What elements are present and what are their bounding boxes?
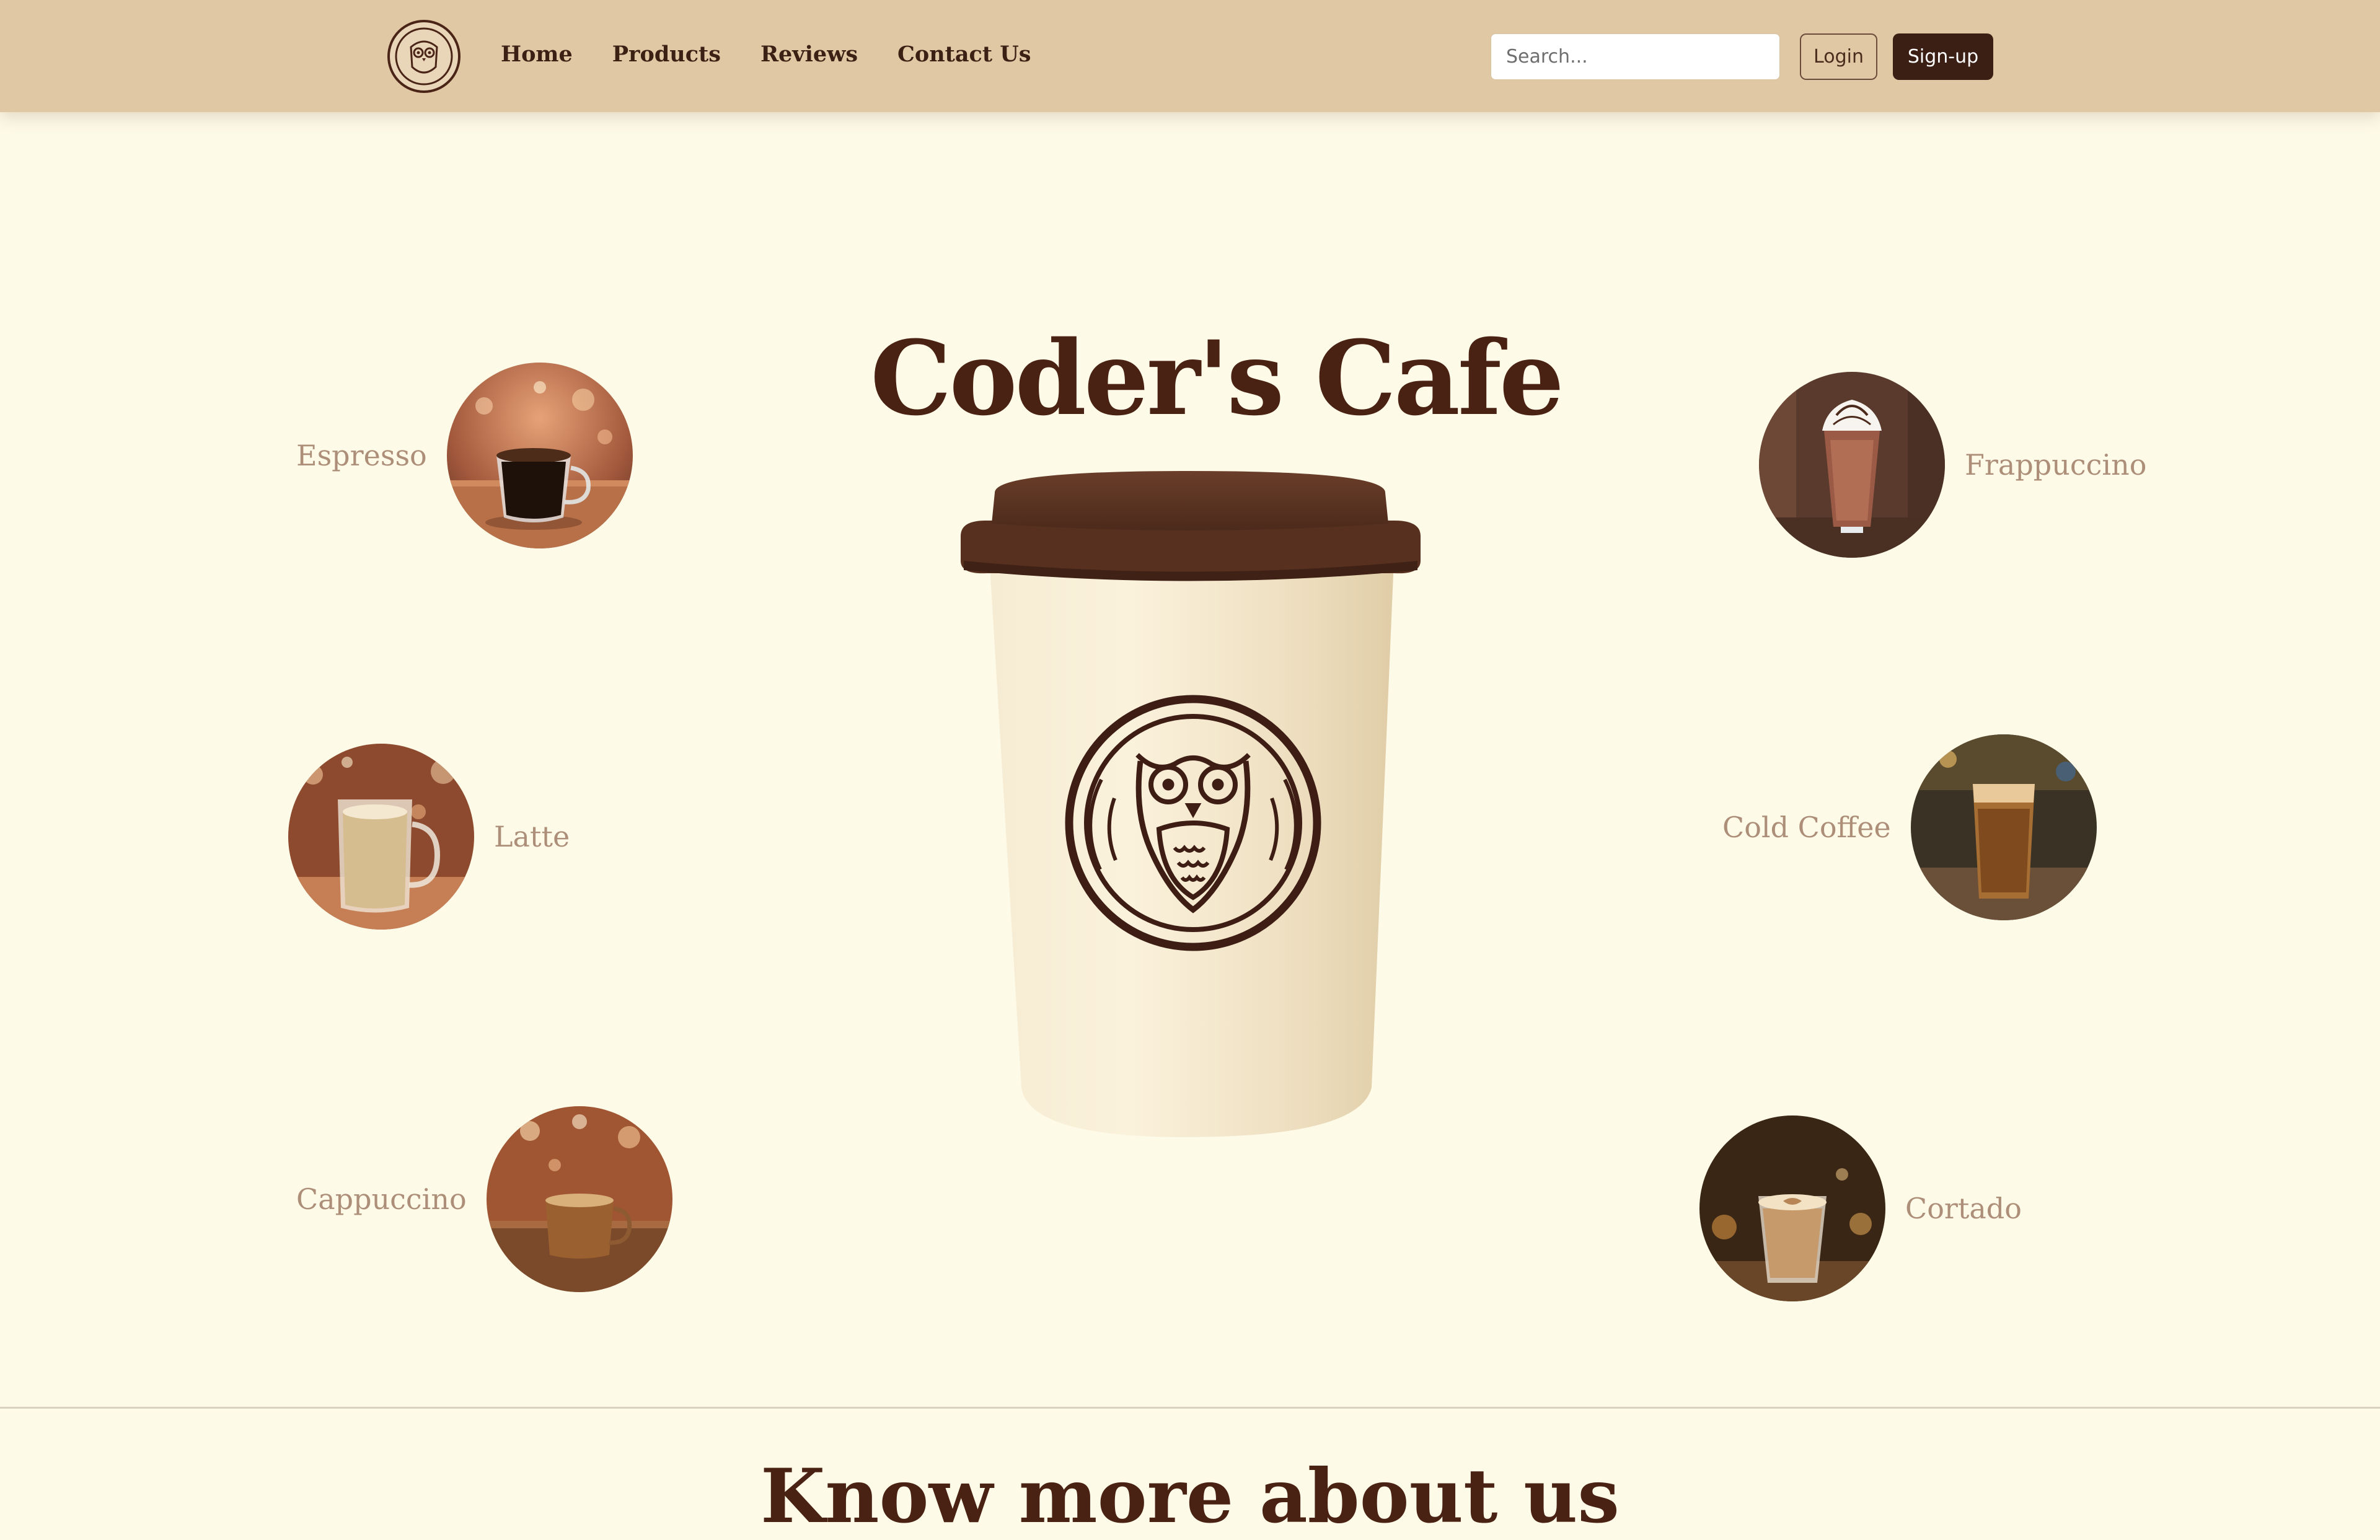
nav-link-products[interactable]: Products xyxy=(612,36,721,73)
cappuccino-image xyxy=(486,1106,672,1292)
product-label: Cold Coffee xyxy=(1722,811,1891,844)
cortado-image xyxy=(1699,1115,1885,1301)
login-button[interactable]: Login xyxy=(1800,33,1877,80)
nav-link-home[interactable]: Home xyxy=(501,36,573,73)
latte-image xyxy=(288,744,474,930)
frappuccino-image xyxy=(1759,372,1945,558)
signup-button[interactable]: Sign-up xyxy=(1893,33,1993,80)
search-input[interactable] xyxy=(1491,33,1780,80)
product-label: Espresso xyxy=(296,439,427,472)
nav-link-contact-us[interactable]: Contact Us xyxy=(897,36,1031,73)
owl-logo-icon[interactable] xyxy=(386,19,462,94)
coffee-cup-owl-icon xyxy=(948,468,1426,1137)
espresso-image xyxy=(446,363,633,548)
section-divider xyxy=(0,1407,2380,1409)
navbar: Home Products Reviews Contact Us Login S… xyxy=(0,0,2380,112)
product-cappuccino[interactable]: Cappuccino xyxy=(296,1106,672,1292)
product-label: Cappuccino xyxy=(296,1182,467,1216)
product-cold-coffee[interactable]: Cold Coffee xyxy=(1722,734,2097,920)
product-label: Frappuccino xyxy=(1965,448,2147,482)
product-label: Latte xyxy=(494,820,570,853)
product-latte[interactable]: Latte xyxy=(288,744,570,930)
product-frappuccino[interactable]: Frappuccino xyxy=(1759,372,2146,558)
cold-coffee-image xyxy=(1910,734,2097,920)
product-label: Cortado xyxy=(1905,1192,2022,1225)
section-heading: Know more about us xyxy=(760,1453,1620,1540)
nav-link-reviews[interactable]: Reviews xyxy=(760,36,858,73)
main-nav: Home Products Reviews Contact Us xyxy=(501,36,1070,73)
product-cortado[interactable]: Cortado xyxy=(1699,1115,2022,1301)
product-espresso[interactable]: Espresso xyxy=(296,363,633,548)
